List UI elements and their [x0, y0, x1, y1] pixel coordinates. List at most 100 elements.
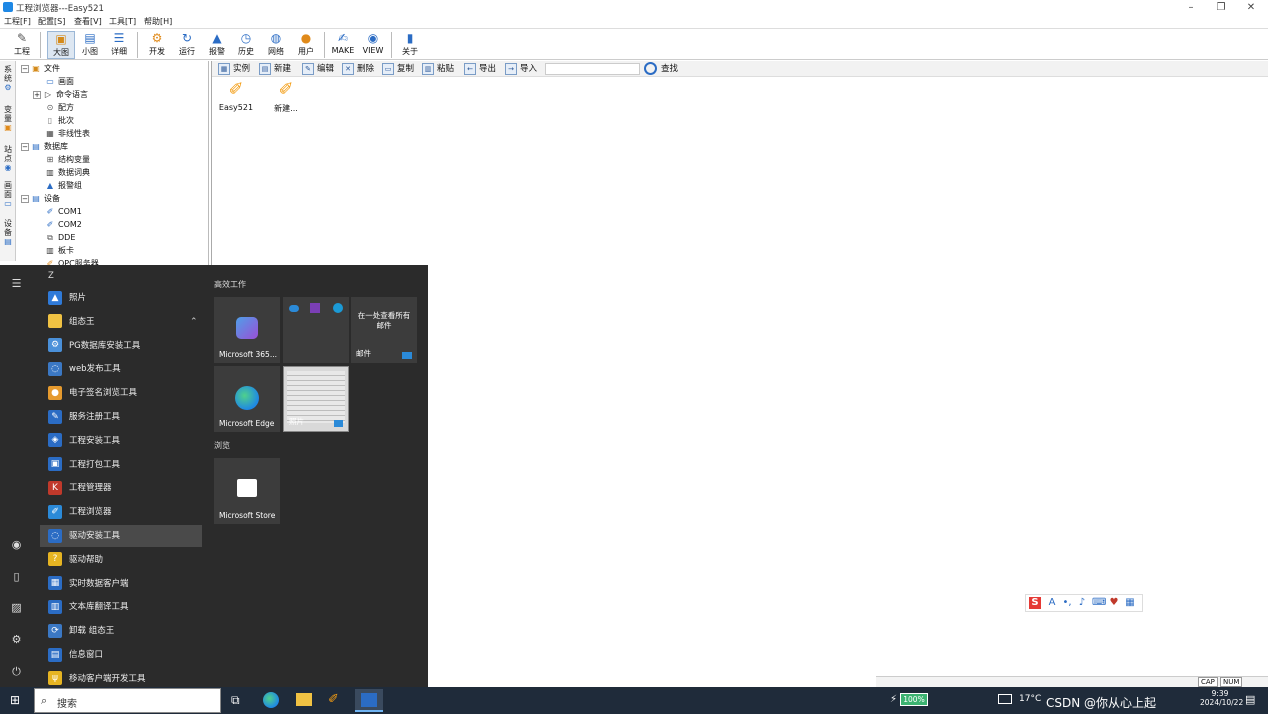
vtab-system[interactable]: 系统 ⚙ [2, 65, 14, 92]
toolbar-history-button[interactable]: ◷ 历史 [232, 31, 260, 59]
start-app-item[interactable]: ● 电子签名浏览工具 [40, 382, 202, 404]
tree-node[interactable]: ✐ COM1 [17, 205, 208, 218]
project-browser-taskbar-button[interactable] [355, 689, 383, 712]
edge-taskbar-icon[interactable] [263, 692, 279, 708]
start-app-item[interactable]: ◌ web发布工具 [40, 358, 202, 380]
toolbar-about-button[interactable]: ▮ 关于 [396, 31, 424, 59]
vtab-variable[interactable]: 变量 ▣ [2, 105, 14, 132]
toolbar-user-button[interactable]: ● 用户 [292, 31, 320, 59]
menu-view[interactable]: 查看[V] [74, 16, 102, 27]
skin-icon[interactable]: ♥ [1108, 597, 1120, 609]
settings-gear-icon[interactable]: ⚙ [9, 632, 24, 647]
documents-icon[interactable]: ▯ [9, 569, 24, 584]
start-app-item[interactable]: ◌ 驱动安装工具 [40, 525, 202, 547]
tile-photos[interactable]: 照片 [283, 366, 349, 432]
clock[interactable]: 9:39 2024/10/22 [1200, 689, 1243, 707]
tile-microsoft-365[interactable]: Microsoft 365... [214, 297, 280, 363]
start-app-item[interactable]: ◈ 工程安装工具 [40, 430, 202, 452]
microphone-icon[interactable]: ♪ [1076, 597, 1088, 609]
toolbar-view-button[interactable]: ◉ VIEW [359, 31, 387, 59]
tree-node[interactable]: ▥ 板卡 [17, 244, 208, 257]
toolbar-small-icons-button[interactable]: ▤ 小图 [76, 31, 104, 59]
toolbar-make-button[interactable]: ✍ MAKE [329, 31, 357, 59]
minimize-button[interactable]: – [1180, 1, 1202, 14]
tree-expander-icon[interactable]: − [21, 142, 29, 151]
export-button[interactable]: ← 导出 [464, 62, 496, 76]
edit-button[interactable]: ✎ 编辑 [302, 62, 334, 76]
start-app-item[interactable]: ✎ 服务注册工具 [40, 406, 202, 428]
chinese-mode-icon[interactable]: A [1046, 597, 1058, 609]
tree-node[interactable]: ▥ 数据词典 [17, 166, 208, 179]
start-app-item[interactable]: 组态王 [40, 311, 202, 333]
start-app-item[interactable]: K 工程管理器 [40, 477, 202, 499]
pictures-icon[interactable]: ▨ [9, 600, 24, 615]
toolbar-large-icons-button[interactable]: ▣ 大图 [47, 31, 75, 59]
toolbar-network-button[interactable]: ◍ 网络 [262, 31, 290, 59]
project-item[interactable]: ✐ 新建... [268, 79, 304, 114]
task-view-icon[interactable]: ⧉ [231, 693, 240, 708]
toolbar-alarm-button[interactable]: ▲ 报警 [203, 31, 231, 59]
tree-node[interactable]: − ▣ 文件 [17, 62, 208, 75]
start-app-item[interactable]: ▤ 信息窗口 [40, 644, 202, 666]
maximize-button[interactable]: ❐ [1210, 1, 1232, 14]
start-app-item[interactable]: ? 驱动帮助 [40, 549, 202, 571]
battery-indicator[interactable]: 100% [900, 693, 928, 706]
tree-node[interactable]: ✐ COM2 [17, 218, 208, 231]
tree-node[interactable]: ▦ 非线性表 [17, 127, 208, 140]
search-input[interactable] [545, 63, 640, 75]
toolbox-grid-icon[interactable]: ▦ [1124, 597, 1136, 609]
vtab-screen[interactable]: 画面 ▭ [2, 181, 14, 208]
tile-mail[interactable]: 在一处查看所有邮件 邮件 [351, 297, 417, 363]
weather-temperature[interactable]: 17°C [1019, 694, 1041, 704]
tree-node[interactable]: ⊞ 结构变量 [17, 153, 208, 166]
power-icon[interactable]: ⏻ [9, 664, 24, 679]
start-app-item[interactable]: ⚙ PG数据库安装工具 [40, 335, 202, 357]
sogou-logo-icon[interactable]: S [1029, 597, 1041, 609]
punctuation-icon[interactable]: •, [1061, 597, 1073, 609]
keyboard-icon[interactable]: ⌨ [1092, 597, 1106, 609]
tile-microsoft-store[interactable]: Microsoft Store [214, 458, 280, 524]
tree-node[interactable]: ⧉ DDE [17, 231, 208, 244]
start-app-item[interactable]: ▦ 实时数据客户端 [40, 573, 202, 595]
hamburger-menu-icon[interactable]: ☰ [9, 276, 24, 291]
copy-button[interactable]: ▭ 复制 [382, 62, 414, 76]
menu-tools[interactable]: 工具[T] [109, 16, 136, 27]
start-app-item[interactable]: ✐ 工程浏览器 [40, 501, 202, 523]
taskbar-search-input[interactable]: ⌕ 搜索 [34, 688, 221, 713]
paste-button[interactable]: ▥ 粘贴 [422, 62, 454, 76]
menu-help[interactable]: 帮助[H] [144, 16, 172, 27]
tree-node[interactable]: + ▷ 命令语言 [17, 88, 208, 101]
menu-config[interactable]: 配置[S] [38, 16, 65, 27]
tree-node[interactable]: − ▤ 数据库 [17, 140, 208, 153]
vtab-device[interactable]: 设备 ▤ [2, 219, 14, 246]
tree-node[interactable]: ⊙ 配方 [17, 101, 208, 114]
tree-node[interactable]: − ▤ 设备 [17, 192, 208, 205]
file-explorer-icon[interactable] [296, 693, 312, 706]
menu-project[interactable]: 工程[F] [4, 16, 31, 27]
kingview-taskbar-icon[interactable]: ✐ [328, 692, 344, 708]
vtab-station[interactable]: 站点 ◉ [2, 145, 14, 172]
start-app-item[interactable]: ▣ 工程打包工具 [40, 454, 202, 476]
tree-node[interactable]: ▯ 批次 [17, 114, 208, 127]
notification-icon[interactable]: ▤ [1245, 693, 1255, 706]
close-button[interactable]: ✕ [1240, 1, 1262, 14]
keyboard-tray-icon[interactable] [998, 694, 1012, 704]
find-button[interactable]: 查找 [644, 62, 678, 76]
toolbar-run-button[interactable]: ↻ 运行 [173, 31, 201, 59]
start-app-item[interactable]: ⟳ 卸载 组态王 [40, 620, 202, 642]
tree-expander-icon[interactable]: − [21, 64, 29, 73]
new-button[interactable]: ▤ 新建 [259, 62, 291, 76]
tree-node[interactable]: ▭ 画面 [17, 75, 208, 88]
delete-button[interactable]: ✕ 删除 [342, 62, 374, 76]
tile-microsoft-edge[interactable]: Microsoft Edge [214, 366, 280, 432]
start-app-item[interactable]: ▲ 照片 [40, 287, 202, 309]
toolbar-project-button[interactable]: ✎ 工程 [8, 31, 36, 59]
tile-office-apps[interactable] [283, 297, 349, 363]
start-app-item[interactable]: ▥ 文本库翻译工具 [40, 596, 202, 618]
tree-expander-icon[interactable]: + [33, 90, 41, 99]
toolbar-detail-button[interactable]: ☰ 详细 [105, 31, 133, 59]
project-item[interactable]: ✐ Easy521 [218, 79, 254, 112]
import-button[interactable]: → 导入 [505, 62, 537, 76]
instance-button[interactable]: ▦ 实例 [218, 62, 250, 76]
toolbar-develop-button[interactable]: ⚙ 开发 [143, 31, 171, 59]
